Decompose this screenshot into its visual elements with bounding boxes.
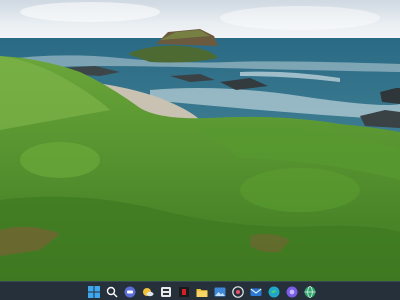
photos-icon[interactable]	[213, 285, 227, 299]
file-explorer-icon[interactable]	[195, 285, 209, 299]
coastal-landscape	[0, 0, 400, 281]
mail-icon[interactable]	[249, 285, 263, 299]
globe-app-icon[interactable]	[303, 285, 317, 299]
widgets-icon[interactable]	[159, 285, 173, 299]
edge-browser-icon[interactable]	[267, 285, 281, 299]
windows-start-icon[interactable]	[87, 285, 101, 299]
search-icon[interactable]	[105, 285, 119, 299]
media-player-icon[interactable]	[231, 285, 245, 299]
taskbar	[0, 281, 400, 300]
chat-icon[interactable]	[123, 285, 137, 299]
red-app-icon[interactable]	[177, 285, 191, 299]
desktop-wallpaper	[0, 0, 400, 281]
taskbar-icons	[87, 285, 317, 299]
copilot-icon[interactable]	[285, 285, 299, 299]
weather-icon[interactable]	[141, 285, 155, 299]
